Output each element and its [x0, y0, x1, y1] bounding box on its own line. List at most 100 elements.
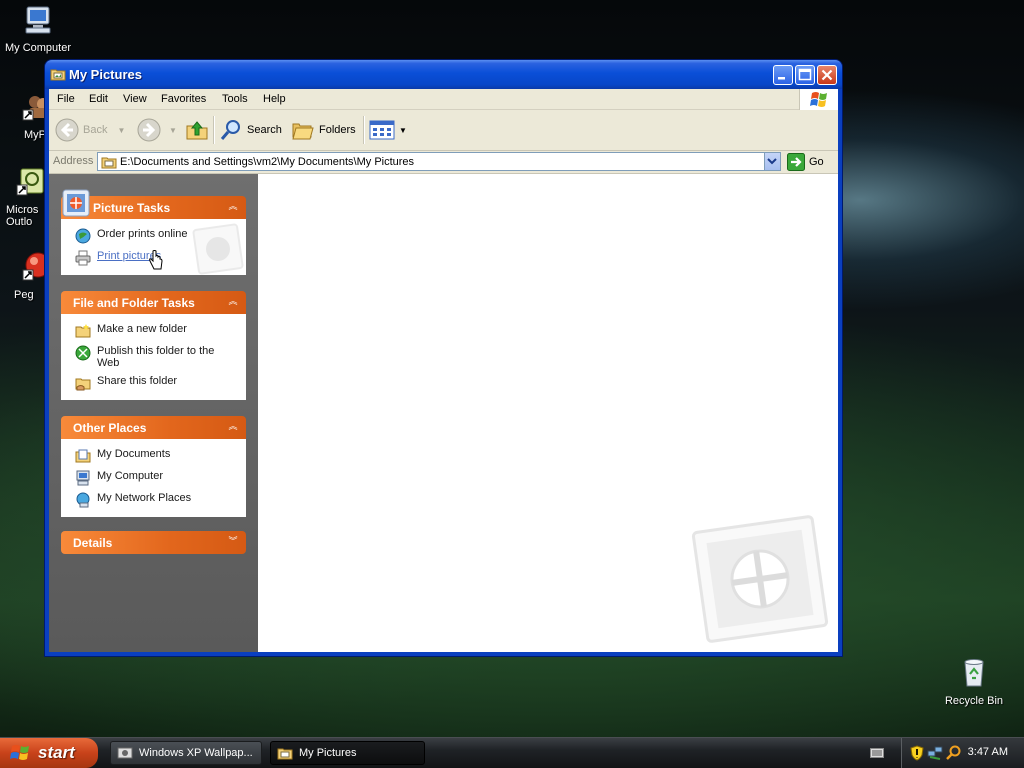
place-my-computer[interactable]: My Computer: [61, 467, 246, 489]
task-label: Make a new folder: [97, 323, 187, 335]
security-shield-icon[interactable]: [910, 745, 924, 761]
views-icon: [369, 120, 395, 140]
back-dropdown-icon[interactable]: ▼: [117, 126, 125, 135]
network-connection-icon[interactable]: [927, 745, 943, 761]
search-icon[interactable]: [945, 745, 961, 761]
folder-up-icon: [186, 121, 208, 140]
task-pane: Picture Tasks ︽ Order prints online Prin…: [49, 174, 258, 652]
menu-favorites[interactable]: Favorites: [161, 93, 206, 105]
picture-tasks-icon: [62, 189, 90, 217]
my-computer-icon: [76, 470, 90, 486]
expand-chevron-icon[interactable]: ︾: [226, 536, 240, 548]
collapse-chevron-icon[interactable]: ︽: [226, 421, 240, 433]
task-make-new-folder[interactable]: Make a new folder: [61, 320, 246, 342]
place-my-network-places[interactable]: My Network Places: [61, 489, 246, 511]
search-label: Search: [247, 124, 282, 136]
file-folder-tasks-body: Make a new folder Publish this folder to…: [61, 314, 246, 400]
my-documents-icon: [75, 449, 91, 463]
other-places-panel: Other Places ︽ My Documents My Computer …: [61, 416, 246, 517]
maximize-icon: [798, 68, 812, 81]
standard-toolbar: Back ▼ ▼ Search Folders ▼: [49, 110, 838, 151]
title-bar[interactable]: My Pictures: [45, 60, 842, 89]
task-share-folder[interactable]: Share this folder: [61, 372, 246, 394]
taskbar: start Windows XP Wallpap... My Pictures: [0, 737, 1024, 768]
outlook-icon: [16, 168, 44, 196]
details-panel: Details ︾: [61, 531, 246, 554]
views-button[interactable]: ▼: [369, 118, 407, 142]
folders-icon: [292, 123, 314, 140]
close-icon: [821, 69, 833, 81]
keyboard-icon[interactable]: [870, 747, 884, 759]
folders-button[interactable]: Folders: [291, 118, 356, 142]
views-dropdown-icon[interactable]: ▼: [399, 126, 407, 135]
folder-pictures-icon: [50, 69, 66, 81]
taskbar-button-label: My Pictures: [299, 747, 357, 759]
printer-icon: [75, 250, 91, 266]
forward-arrow-icon: [137, 118, 161, 142]
chevron-down-icon: [767, 158, 777, 165]
go-button[interactable]: Go: [787, 153, 824, 171]
collapse-chevron-icon[interactable]: ︽: [226, 201, 240, 213]
place-label: My Computer: [97, 470, 164, 482]
desktop-icon-recycle-bin[interactable]: Recycle Bin: [936, 656, 1012, 707]
windows-flag-icon: [10, 745, 29, 760]
desktop-icon-my-computer[interactable]: My Computer: [0, 3, 76, 54]
desktop-icon-label: My Computer: [4, 42, 72, 54]
panel-title: Picture Tasks: [93, 201, 171, 215]
taskbar-button-my-pictures[interactable]: My Pictures: [270, 741, 425, 765]
explorer-window[interactable]: My Pictures File Edit View Favorites Too…: [45, 60, 842, 656]
details-header[interactable]: Details ︾: [61, 531, 246, 554]
file-folder-tasks-header[interactable]: File and Folder Tasks ︽: [61, 291, 246, 314]
task-label: Order prints online: [97, 228, 188, 240]
maximize-button[interactable]: [795, 65, 815, 85]
desktop-icon-label: Recycle Bin: [944, 695, 1004, 707]
window-client: File Edit View Favorites Tools Help Back…: [49, 89, 838, 652]
window-title: My Pictures: [69, 67, 142, 82]
minimize-icon: [778, 77, 785, 80]
other-places-header[interactable]: Other Places ︽: [61, 416, 246, 439]
minimize-button[interactable]: [773, 65, 793, 85]
place-label: My Documents: [97, 448, 171, 460]
menu-help[interactable]: Help: [263, 93, 286, 105]
address-dropdown-button[interactable]: [764, 153, 780, 170]
panel-title: Other Places: [73, 421, 147, 435]
other-places-body: My Documents My Computer My Network Plac…: [61, 439, 246, 517]
toolbar-separator: [363, 116, 365, 144]
menu-edit[interactable]: Edit: [89, 93, 108, 105]
address-field[interactable]: E:\Documents and Settings\vm2\My Documen…: [97, 152, 781, 171]
up-button[interactable]: [185, 118, 209, 142]
menu-tools[interactable]: Tools: [222, 93, 248, 105]
network-places-icon: [76, 492, 90, 508]
taskbar-button-wallpaper[interactable]: Windows XP Wallpap...: [110, 741, 262, 765]
file-folder-tasks-panel: File and Folder Tasks ︽ Make a new folde…: [61, 291, 246, 400]
place-my-documents[interactable]: My Documents: [61, 445, 246, 467]
collapse-chevron-icon[interactable]: ︽: [226, 296, 240, 308]
windows-flag-icon: [810, 92, 827, 107]
folder-pictures-icon: [101, 157, 117, 169]
clock[interactable]: 3:47 AM: [968, 746, 1008, 758]
menu-file[interactable]: File: [57, 93, 75, 105]
forward-button[interactable]: ▼: [137, 118, 177, 142]
address-label: Address: [53, 155, 94, 167]
panel-title: Details: [73, 536, 113, 550]
back-button[interactable]: Back ▼: [55, 118, 125, 142]
address-path: E:\Documents and Settings\vm2\My Documen…: [120, 156, 415, 168]
my-computer-icon: [25, 6, 51, 34]
task-publish-to-web[interactable]: Publish this folder to the Web: [61, 342, 246, 372]
task-label: Share this folder: [97, 375, 178, 387]
taskbar-button-label: Windows XP Wallpap...: [139, 747, 253, 759]
start-button[interactable]: start: [0, 738, 98, 768]
image-viewer-icon: [117, 747, 133, 759]
folder-pictures-icon: [277, 748, 293, 760]
windows-logo: [799, 89, 838, 110]
back-label: Back: [83, 124, 108, 136]
hand-cursor-icon: [149, 250, 163, 270]
search-button[interactable]: Search: [219, 118, 282, 142]
file-list-area[interactable]: [258, 174, 838, 652]
task-label: Publish this folder to the Web: [97, 345, 215, 369]
publish-web-icon: [75, 345, 91, 361]
close-button[interactable]: [817, 65, 837, 85]
forward-dropdown-icon[interactable]: ▼: [169, 126, 177, 135]
menu-view[interactable]: View: [123, 93, 147, 105]
search-icon: [220, 120, 240, 140]
